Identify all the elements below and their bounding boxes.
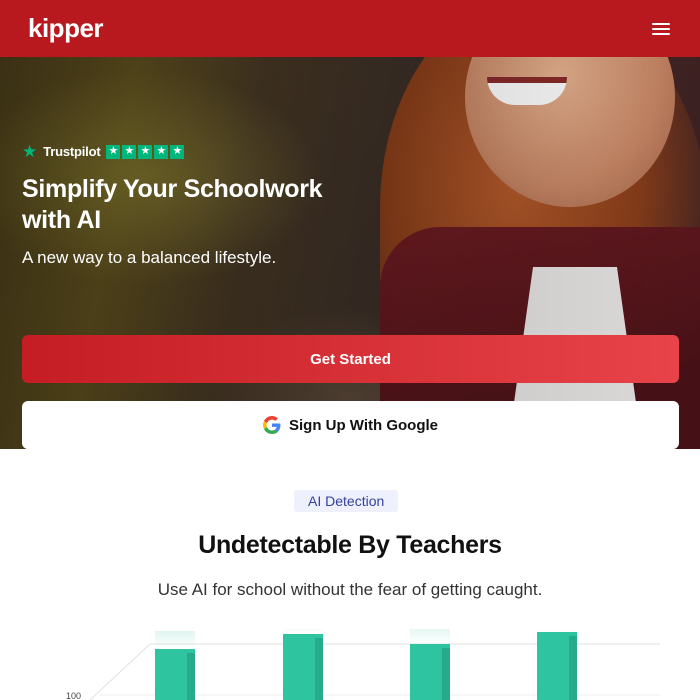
rating-star-icon: ★ xyxy=(106,144,121,159)
google-button-label: Sign Up With Google xyxy=(288,416,438,434)
bar-side xyxy=(442,648,450,700)
ai-detection-badge: AI Detection xyxy=(294,490,399,512)
rating-star-icon: ★ xyxy=(122,144,137,159)
hamburger-icon[interactable] xyxy=(650,20,672,38)
top-navbar: kipper xyxy=(0,0,700,57)
trustpilot-stars: ★ ★ ★ ★ ★ xyxy=(106,144,185,159)
section-title: Undetectable By Teachers xyxy=(198,531,502,559)
bar-side xyxy=(187,653,195,700)
bar-glow xyxy=(410,629,450,644)
chart-svg: 100 xyxy=(66,629,660,700)
hero-subtitle: A new way to a balanced lifestyle. xyxy=(22,248,277,267)
bar-side xyxy=(569,636,577,700)
google-signup-button[interactable]: Sign Up With Google xyxy=(22,401,679,449)
ai-detection-section: AI Detection Undetectable By Teachers Us… xyxy=(0,449,700,700)
rating-star-icon: ★ xyxy=(170,144,185,159)
trustpilot-name: Trustpilot xyxy=(43,144,101,159)
trustpilot-rating: ★ Trustpilot ★ ★ ★ ★ ★ xyxy=(22,143,682,160)
rating-star-icon: ★ xyxy=(154,144,169,159)
grid-line xyxy=(89,643,151,700)
hero-section: ★ Trustpilot ★ ★ ★ ★ ★ Simplify Your Sch… xyxy=(0,57,700,449)
hero-title: Simplify Your Schoolwork with AI xyxy=(22,175,323,234)
google-icon xyxy=(262,416,281,434)
bar-glow xyxy=(283,629,323,634)
bar-side xyxy=(315,638,323,700)
rating-star-icon: ★ xyxy=(138,144,153,159)
kipper-logo[interactable]: kipper xyxy=(28,13,104,44)
bar-glow xyxy=(155,631,195,649)
section-subtitle: Use AI for school without the fear of ge… xyxy=(157,580,543,599)
y-tick-label: 100 xyxy=(66,691,81,700)
trustpilot-star-icon: ★ xyxy=(22,142,38,161)
detection-bar-chart: 100 xyxy=(0,629,700,700)
get-started-button[interactable]: Get Started xyxy=(22,335,679,383)
bar-glow xyxy=(537,629,577,632)
